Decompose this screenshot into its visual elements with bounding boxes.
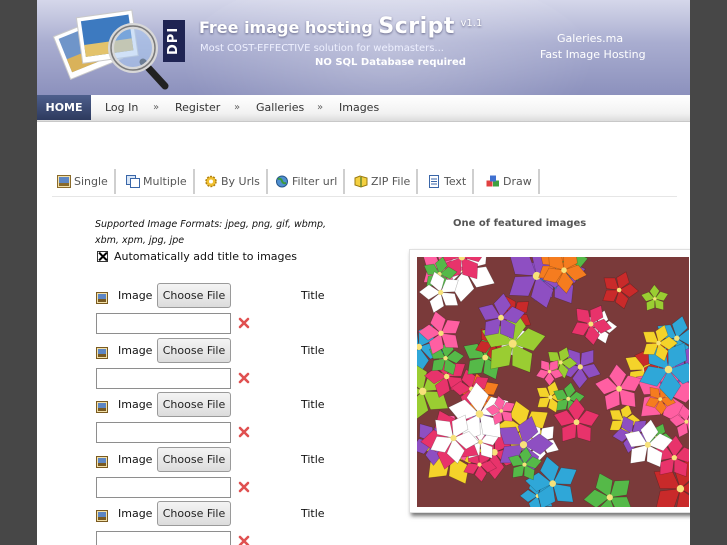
multiple-upload-icon <box>126 175 140 188</box>
featured-image-frame <box>409 249 690 513</box>
tab-single[interactable]: Single <box>52 169 116 194</box>
brand-nosql-note: NO SQL Database required <box>315 57 466 68</box>
nav-images[interactable]: Images <box>339 95 379 120</box>
featured-image-paper-flowers[interactable] <box>417 257 689 507</box>
site-name: Galeries.ma <box>557 32 624 45</box>
tab-label: Draw <box>503 175 532 188</box>
tab-multiple[interactable]: Multiple <box>121 169 195 194</box>
nav-home[interactable]: HOME <box>37 95 91 120</box>
site-subtitle: Fast Image Hosting <box>540 48 646 61</box>
brand-title-part2: Script <box>378 14 455 39</box>
nav-register[interactable]: Register <box>175 95 220 120</box>
image-file-icon <box>96 510 108 522</box>
choose-file-button[interactable]: Choose File <box>157 501 231 526</box>
tab-label: Multiple <box>143 175 187 188</box>
upload-row: Image Choose File Title <box>95 447 355 498</box>
featured-caption: One of featured images <box>453 218 587 229</box>
title-label: Title <box>301 289 325 302</box>
single-upload-icon <box>57 175 71 188</box>
image-label: Image <box>118 453 153 466</box>
globe-icon <box>276 175 288 188</box>
tab-label: Text <box>444 175 467 188</box>
tab-zip-file[interactable]: ZIP File <box>349 169 419 194</box>
title-label: Title <box>301 453 325 466</box>
nav-separator: » <box>234 102 241 113</box>
upload-row: Image Choose File Title <box>95 283 355 334</box>
image-label: Image <box>118 344 153 357</box>
site-header: DPI Free image hosting Script v1.1 Most … <box>37 0 690 95</box>
choose-file-button[interactable]: Choose File <box>157 447 231 472</box>
nav-separator: » <box>317 102 324 113</box>
image-label: Image <box>118 289 153 302</box>
auto-title-checkbox[interactable] <box>97 251 108 262</box>
brand-tagline: Most COST-EFFECTIVE solution for webmast… <box>200 43 444 54</box>
brand-version: v1.1 <box>460 18 483 29</box>
upload-row: Image Choose File Title <box>95 501 355 545</box>
title-input[interactable] <box>96 422 231 443</box>
choose-file-button[interactable]: Choose File <box>157 338 231 363</box>
tab-filter-url[interactable]: Filter url <box>270 169 346 194</box>
brand-title-part1: Free image hosting <box>199 18 373 37</box>
auto-title-label: Automatically add title to images <box>114 250 298 263</box>
title-input[interactable] <box>96 531 231 545</box>
title-label: Title <box>301 398 325 411</box>
remove-row-icon[interactable] <box>237 425 251 439</box>
upload-row: Image Choose File Title <box>95 392 355 443</box>
image-label: Image <box>118 398 153 411</box>
tab-label: Single <box>74 175 108 188</box>
image-file-icon <box>96 401 108 413</box>
tab-draw[interactable]: Draw <box>481 169 540 194</box>
page: DPI Free image hosting Script v1.1 Most … <box>37 0 690 545</box>
brand-title: Free image hosting Script v1.1 <box>199 14 482 39</box>
title-input[interactable] <box>96 368 231 389</box>
tab-label: By Urls <box>221 175 260 188</box>
upload-row: Image Choose File Title <box>95 338 355 389</box>
main-nav: HOME Log In » Register » Galleries » Ima… <box>37 95 690 122</box>
image-label: Image <box>118 507 153 520</box>
nav-galleries[interactable]: Galleries <box>256 95 304 120</box>
tab-label: Filter url <box>292 175 338 188</box>
remove-row-icon[interactable] <box>237 480 251 494</box>
choose-file-button[interactable]: Choose File <box>157 283 231 308</box>
zip-icon <box>354 175 368 188</box>
supported-formats-text: Supported Image Formats: jpeg, png, gif,… <box>95 219 327 246</box>
document-icon <box>429 175 439 188</box>
gear-icon <box>205 175 217 188</box>
remove-row-icon[interactable] <box>237 534 251 545</box>
image-file-icon <box>96 456 108 468</box>
image-file-icon <box>96 292 108 304</box>
tab-text[interactable]: Text <box>422 169 475 194</box>
tab-label: ZIP File <box>371 175 411 188</box>
choose-file-button[interactable]: Choose File <box>157 392 231 417</box>
tab-by-urls[interactable]: By Urls <box>199 169 268 194</box>
image-file-icon <box>96 347 108 359</box>
title-label: Title <box>301 507 325 520</box>
title-input[interactable] <box>96 313 231 334</box>
remove-row-icon[interactable] <box>237 371 251 385</box>
upload-tabs: Single Multiple By Urls Filter url ZIP F… <box>52 169 677 197</box>
draw-icon <box>486 175 499 187</box>
remove-row-icon[interactable] <box>237 316 251 330</box>
nav-separator: » <box>153 102 160 113</box>
dpi-badge: DPI <box>163 20 185 62</box>
title-label: Title <box>301 344 325 357</box>
nav-log-in[interactable]: Log In <box>105 95 138 120</box>
title-input[interactable] <box>96 477 231 498</box>
